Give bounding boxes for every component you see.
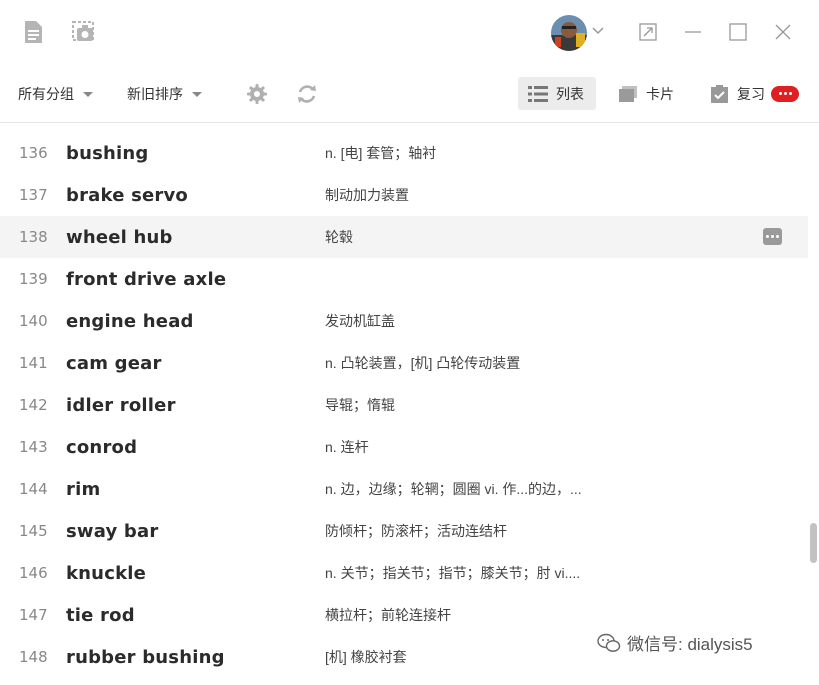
word-row[interactable]: 141 cam gear n. 凸轮装置，[机] 凸轮传动装置: [0, 342, 808, 384]
word-definition: 轮毂: [325, 229, 353, 245]
word-term: rubber bushing: [66, 646, 225, 668]
minimize-icon[interactable]: [681, 20, 705, 44]
sync-refresh-icon[interactable]: [293, 80, 321, 108]
word-row[interactable]: 140 engine head 发动机缸盖: [0, 300, 808, 342]
review-clipboard-icon: [711, 84, 728, 103]
word-index: 144: [19, 480, 48, 498]
list-view-label: 列表: [556, 85, 584, 102]
document-icon[interactable]: [19, 18, 47, 46]
close-icon[interactable]: [771, 20, 795, 44]
word-index: 146: [19, 564, 48, 582]
review-button[interactable]: 复习: [710, 77, 799, 110]
word-row[interactable]: 142 idler roller 导辊；惰辊: [0, 384, 808, 426]
word-row[interactable]: 138 wheel hub 轮毂: [0, 216, 808, 258]
word-definition: [机] 橡胶衬套: [325, 649, 407, 665]
word-row[interactable]: 139 front drive axle: [0, 258, 808, 300]
scrollbar[interactable]: [808, 123, 819, 685]
word-list: 136 bushing n. [电] 套管；轴衬 137 brake servo 制动加力…: [0, 132, 808, 678]
word-definition: n. 边，边缘；轮辋；圆圈 vi. 作...的边，...: [325, 481, 582, 497]
word-definition: 制动加力装置: [325, 187, 409, 203]
word-index: 137: [19, 186, 48, 204]
word-definition: n. 关节；指关节；指节；膝关节；肘 vi....: [325, 565, 581, 581]
word-index: 136: [19, 144, 48, 162]
cards-icon: [619, 85, 637, 102]
word-index: 140: [19, 312, 48, 330]
word-term: knuckle: [66, 562, 147, 584]
word-definition: 防倾杆；防滚杆；活动连结杆: [325, 523, 507, 539]
review-label: 复习: [737, 85, 765, 102]
toolbar: 所有分组 新旧排序 列表 卡片 复习: [0, 66, 819, 123]
word-term: front drive axle: [66, 268, 227, 290]
restore-icon[interactable]: [636, 20, 660, 44]
word-row[interactable]: 136 bushing n. [电] 套管；轴衬: [0, 132, 808, 174]
sort-order-dropdown[interactable]: 新旧排序: [127, 83, 202, 105]
scrollbar-thumb[interactable]: [810, 523, 817, 563]
word-index: 148: [19, 648, 48, 666]
word-definition: 横拉杆；前轮连接杆: [325, 607, 451, 623]
word-index: 143: [19, 438, 48, 456]
card-view-label: 卡片: [646, 85, 674, 102]
word-definition: n. 连杆: [325, 439, 369, 455]
word-term: idler roller: [66, 394, 176, 416]
review-notification-badge: [771, 85, 799, 102]
word-index: 145: [19, 522, 48, 540]
title-bar: [0, 0, 819, 66]
group-filter-dropdown[interactable]: 所有分组: [18, 83, 93, 105]
card-view-button[interactable]: 卡片: [618, 77, 674, 110]
word-term: brake servo: [66, 184, 188, 206]
word-term: wheel hub: [66, 226, 173, 248]
list-view-button[interactable]: 列表: [518, 77, 596, 110]
group-filter-label: 所有分组: [18, 86, 74, 102]
word-row[interactable]: 143 conrod n. 连杆: [0, 426, 808, 468]
list-icon: [528, 85, 548, 102]
word-index: 141: [19, 354, 48, 372]
maximize-icon[interactable]: [726, 20, 750, 44]
more-options-icon[interactable]: [763, 228, 782, 245]
word-term: sway bar: [66, 520, 159, 542]
settings-gear-icon[interactable]: [243, 80, 271, 108]
word-term: tie rod: [66, 604, 135, 626]
word-index: 147: [19, 606, 48, 624]
word-definition: n. 凸轮装置，[机] 凸轮传动装置: [325, 355, 521, 371]
word-term: bushing: [66, 142, 149, 164]
word-row[interactable]: 137 brake servo 制动加力装置: [0, 174, 808, 216]
word-term: engine head: [66, 310, 194, 332]
caret-down-icon: [192, 91, 202, 97]
word-term: rim: [66, 478, 101, 500]
word-index: 138: [19, 228, 48, 246]
word-index: 139: [19, 270, 48, 288]
account-chevron-down-icon[interactable]: [591, 24, 605, 38]
word-index: 142: [19, 396, 48, 414]
sort-order-label: 新旧排序: [127, 86, 183, 102]
caret-down-icon: [83, 91, 93, 97]
word-row[interactable]: 144 rim n. 边，边缘；轮辋；圆圈 vi. 作...的边，...: [0, 468, 808, 510]
word-definition: 导辊；惰辊: [325, 397, 395, 413]
screenshot-camera-icon[interactable]: [70, 18, 98, 46]
watermark-text: 微信号: dialysis5: [627, 635, 753, 654]
user-avatar[interactable]: [551, 15, 587, 51]
word-definition: n. [电] 套管；轴衬: [325, 145, 437, 161]
wechat-icon: [597, 633, 621, 652]
word-row[interactable]: 145 sway bar 防倾杆；防滚杆；活动连结杆: [0, 510, 808, 552]
word-row[interactable]: 146 knuckle n. 关节；指关节；指节；膝关节；肘 vi....: [0, 552, 808, 594]
word-term: conrod: [66, 436, 138, 458]
word-term: cam gear: [66, 352, 162, 374]
watermark: 微信号: dialysis5: [597, 630, 753, 655]
word-definition: 发动机缸盖: [325, 313, 395, 329]
